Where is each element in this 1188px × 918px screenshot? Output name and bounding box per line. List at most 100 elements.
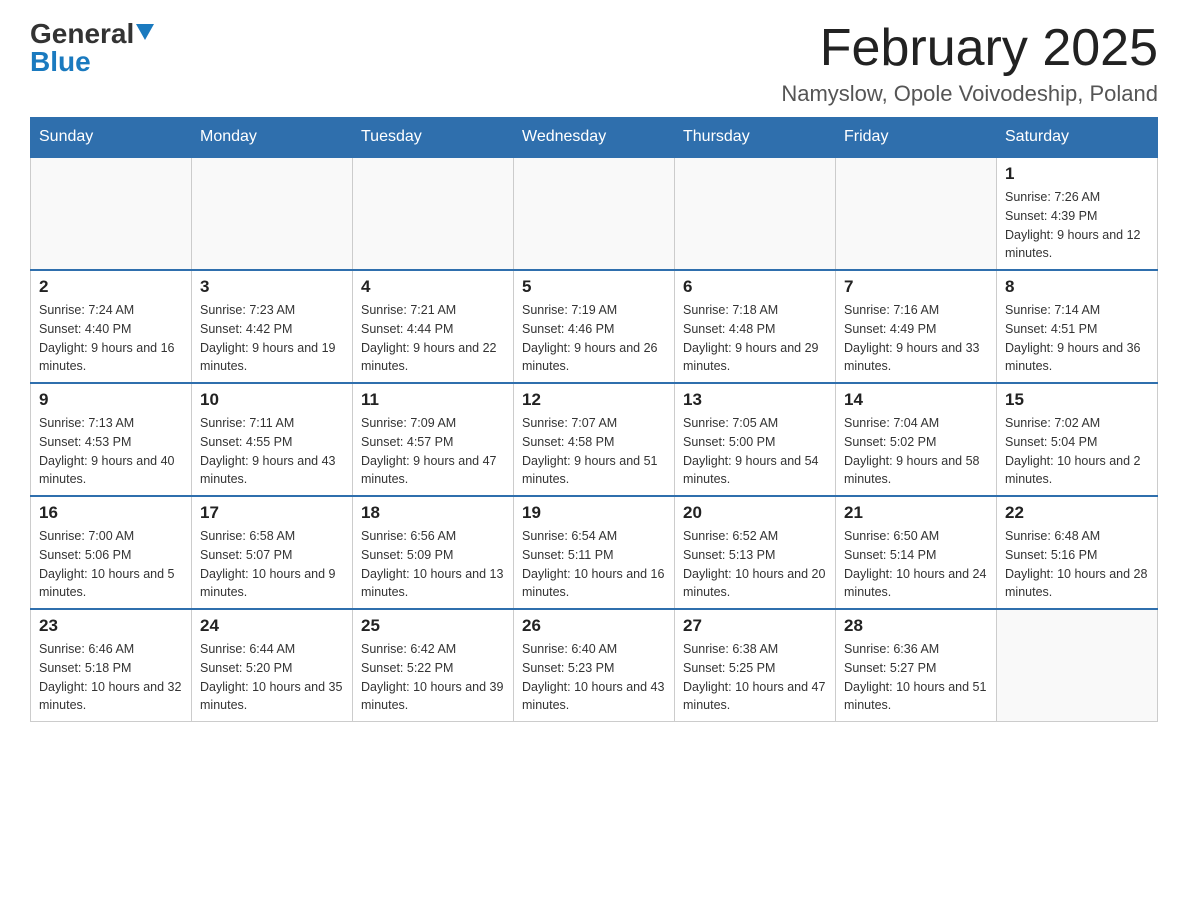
day-number: 7 — [844, 277, 988, 297]
weekday-header-row: Sunday Monday Tuesday Wednesday Thursday… — [31, 118, 1158, 158]
calendar-week-row: 16 Sunrise: 7:00 AMSunset: 5:06 PMDayligh… — [31, 496, 1158, 609]
day-info: Sunrise: 6:58 AMSunset: 5:07 PMDaylight:… — [200, 527, 344, 602]
header-sunday: Sunday — [31, 118, 192, 158]
day-number: 24 — [200, 616, 344, 636]
day-info: Sunrise: 7:07 AMSunset: 4:58 PMDaylight:… — [522, 414, 666, 489]
day-number: 11 — [361, 390, 505, 410]
day-number: 13 — [683, 390, 827, 410]
day-number: 10 — [200, 390, 344, 410]
table-row: 3 Sunrise: 7:23 AMSunset: 4:42 PMDaylight… — [192, 270, 353, 383]
day-info: Sunrise: 7:21 AMSunset: 4:44 PMDaylight:… — [361, 301, 505, 376]
table-row: 6 Sunrise: 7:18 AMSunset: 4:48 PMDaylight… — [675, 270, 836, 383]
table-row: 1 Sunrise: 7:26 AMSunset: 4:39 PMDaylight… — [997, 157, 1158, 270]
day-info: Sunrise: 6:56 AMSunset: 5:09 PMDaylight:… — [361, 527, 505, 602]
day-info: Sunrise: 7:09 AMSunset: 4:57 PMDaylight:… — [361, 414, 505, 489]
table-row — [353, 157, 514, 270]
day-number: 3 — [200, 277, 344, 297]
header-saturday: Saturday — [997, 118, 1158, 158]
day-number: 1 — [1005, 164, 1149, 184]
day-info: Sunrise: 7:24 AMSunset: 4:40 PMDaylight:… — [39, 301, 183, 376]
day-info: Sunrise: 6:52 AMSunset: 5:13 PMDaylight:… — [683, 527, 827, 602]
day-number: 12 — [522, 390, 666, 410]
calendar-week-row: 1 Sunrise: 7:26 AMSunset: 4:39 PMDaylight… — [31, 157, 1158, 270]
table-row: 5Sunrise: 7:19 AMSunset: 4:46 PMDaylight… — [514, 270, 675, 383]
location-title: Namyslow, Opole Voivodeship, Poland — [781, 81, 1158, 107]
table-row — [675, 157, 836, 270]
day-number: 15 — [1005, 390, 1149, 410]
day-info: Sunrise: 6:40 AMSunset: 5:23 PMDaylight:… — [522, 640, 666, 715]
day-info: Sunrise: 6:48 AMSunset: 5:16 PMDaylight:… — [1005, 527, 1149, 602]
day-number: 9 — [39, 390, 183, 410]
table-row: 10 Sunrise: 7:11 AMSunset: 4:55 PMDayligh… — [192, 383, 353, 496]
logo-blue-text: Blue — [30, 48, 91, 76]
day-info: Sunrise: 7:18 AMSunset: 4:48 PMDaylight:… — [683, 301, 827, 376]
table-row: 22 Sunrise: 6:48 AMSunset: 5:16 PMDayligh… — [997, 496, 1158, 609]
table-row: 4 Sunrise: 7:21 AMSunset: 4:44 PMDaylight… — [353, 270, 514, 383]
table-row: 13 Sunrise: 7:05 AMSunset: 5:00 PMDayligh… — [675, 383, 836, 496]
table-row: 9 Sunrise: 7:13 AMSunset: 4:53 PMDaylight… — [31, 383, 192, 496]
header-monday: Monday — [192, 118, 353, 158]
table-row: 18 Sunrise: 6:56 AMSunset: 5:09 PMDayligh… — [353, 496, 514, 609]
table-row: 23 Sunrise: 6:46 AMSunset: 5:18 PMDayligh… — [31, 609, 192, 722]
table-row: 24 Sunrise: 6:44 AMSunset: 5:20 PMDayligh… — [192, 609, 353, 722]
logo: General Blue — [30, 20, 154, 76]
page-header: General Blue February 2025 Namyslow, Opo… — [30, 20, 1158, 107]
day-info: Sunrise: 7:04 AMSunset: 5:02 PMDaylight:… — [844, 414, 988, 489]
day-info: Sunrise: 7:11 AMSunset: 4:55 PMDaylight:… — [200, 414, 344, 489]
day-number: 27 — [683, 616, 827, 636]
day-number: 6 — [683, 277, 827, 297]
day-number: 18 — [361, 503, 505, 523]
day-number: 20 — [683, 503, 827, 523]
table-row: 8 Sunrise: 7:14 AMSunset: 4:51 PMDaylight… — [997, 270, 1158, 383]
day-info: Sunrise: 6:44 AMSunset: 5:20 PMDaylight:… — [200, 640, 344, 715]
day-info: Sunrise: 7:16 AMSunset: 4:49 PMDaylight:… — [844, 301, 988, 376]
calendar-week-row: 23 Sunrise: 6:46 AMSunset: 5:18 PMDayligh… — [31, 609, 1158, 722]
day-number: 22 — [1005, 503, 1149, 523]
calendar-week-row: 2 Sunrise: 7:24 AMSunset: 4:40 PMDaylight… — [31, 270, 1158, 383]
day-number: 16 — [39, 503, 183, 523]
day-info: Sunrise: 6:50 AMSunset: 5:14 PMDaylight:… — [844, 527, 988, 602]
day-number: 25 — [361, 616, 505, 636]
table-row: 15 Sunrise: 7:02 AMSunset: 5:04 PMDayligh… — [997, 383, 1158, 496]
day-number: 26 — [522, 616, 666, 636]
day-info: Sunrise: 7:26 AMSunset: 4:39 PMDaylight:… — [1005, 188, 1149, 263]
table-row: 16 Sunrise: 7:00 AMSunset: 5:06 PMDayligh… — [31, 496, 192, 609]
table-row: 19 Sunrise: 6:54 AMSunset: 5:11 PMDayligh… — [514, 496, 675, 609]
header-wednesday: Wednesday — [514, 118, 675, 158]
table-row: 11 Sunrise: 7:09 AMSunset: 4:57 PMDayligh… — [353, 383, 514, 496]
day-info: Sunrise: 6:54 AMSunset: 5:11 PMDaylight:… — [522, 527, 666, 602]
day-info: Sunrise: 7:00 AMSunset: 5:06 PMDaylight:… — [39, 527, 183, 602]
table-row: 21 Sunrise: 6:50 AMSunset: 5:14 PMDayligh… — [836, 496, 997, 609]
table-row — [836, 157, 997, 270]
day-info: Sunrise: 7:23 AMSunset: 4:42 PMDaylight:… — [200, 301, 344, 376]
table-row — [31, 157, 192, 270]
day-info: Sunrise: 7:13 AMSunset: 4:53 PMDaylight:… — [39, 414, 183, 489]
day-number: 4 — [361, 277, 505, 297]
day-info: Sunrise: 6:36 AMSunset: 5:27 PMDaylight:… — [844, 640, 988, 715]
table-row: 26 Sunrise: 6:40 AMSunset: 5:23 PMDayligh… — [514, 609, 675, 722]
day-info: Sunrise: 6:46 AMSunset: 5:18 PMDaylight:… — [39, 640, 183, 715]
day-number: 19 — [522, 503, 666, 523]
calendar-week-row: 9 Sunrise: 7:13 AMSunset: 4:53 PMDaylight… — [31, 383, 1158, 496]
day-number: 23 — [39, 616, 183, 636]
calendar-table: Sunday Monday Tuesday Wednesday Thursday… — [30, 117, 1158, 722]
table-row: 25Sunrise: 6:42 AMSunset: 5:22 PMDayligh… — [353, 609, 514, 722]
day-number: 21 — [844, 503, 988, 523]
table-row: 14 Sunrise: 7:04 AMSunset: 5:02 PMDayligh… — [836, 383, 997, 496]
table-row: 12 Sunrise: 7:07 AMSunset: 4:58 PMDayligh… — [514, 383, 675, 496]
table-row: 7 Sunrise: 7:16 AMSunset: 4:49 PMDaylight… — [836, 270, 997, 383]
day-number: 14 — [844, 390, 988, 410]
logo-arrow-icon — [136, 24, 154, 42]
month-title: February 2025 — [781, 20, 1158, 77]
day-number: 8 — [1005, 277, 1149, 297]
day-info: Sunrise: 7:19 AMSunset: 4:46 PMDaylight:… — [522, 301, 666, 376]
day-number: 2 — [39, 277, 183, 297]
header-friday: Friday — [836, 118, 997, 158]
day-info: Sunrise: 7:02 AMSunset: 5:04 PMDaylight:… — [1005, 414, 1149, 489]
header-tuesday: Tuesday — [353, 118, 514, 158]
day-info: Sunrise: 7:05 AMSunset: 5:00 PMDaylight:… — [683, 414, 827, 489]
table-row: 28Sunrise: 6:36 AMSunset: 5:27 PMDayligh… — [836, 609, 997, 722]
table-row — [192, 157, 353, 270]
table-row — [514, 157, 675, 270]
day-info: Sunrise: 7:14 AMSunset: 4:51 PMDaylight:… — [1005, 301, 1149, 376]
